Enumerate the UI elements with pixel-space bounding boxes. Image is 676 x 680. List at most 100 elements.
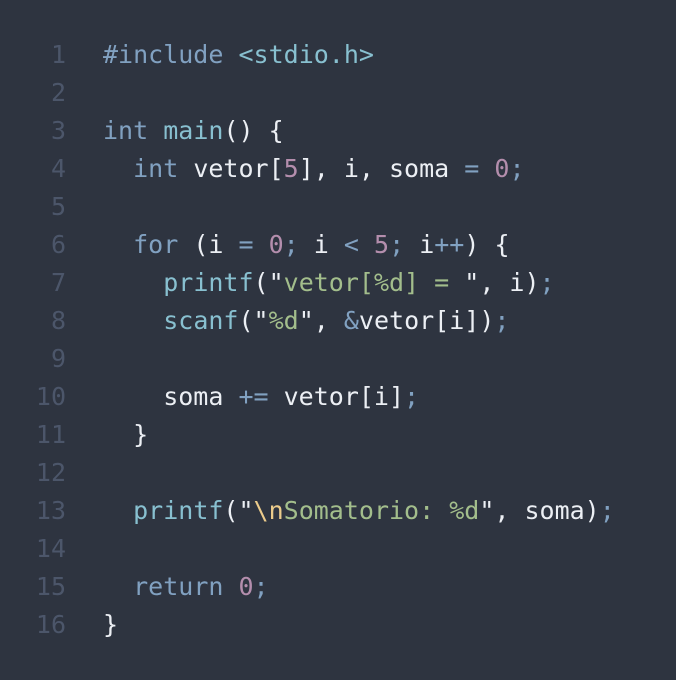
code-line[interactable]: 1 #include <stdio.h>: [0, 36, 374, 74]
code-line[interactable]: 5: [0, 188, 103, 226]
code-token: 0: [238, 572, 254, 601]
code-line[interactable]: 3 int main() {: [0, 112, 284, 150]
code-token: ", i): [464, 268, 540, 297]
code-token: 0: [494, 154, 510, 183]
code-token: &: [343, 306, 359, 335]
code-token: \n: [253, 496, 284, 525]
code-token: vetor[: [178, 154, 284, 183]
code-token: ;: [389, 230, 405, 259]
code-line[interactable]: 16}: [0, 606, 118, 644]
code-token: scanf: [163, 306, 239, 335]
code-text: printf("vetor[%d] = ", i);: [103, 264, 555, 302]
code-line[interactable]: 12: [0, 454, 103, 492]
code-token: ++: [434, 230, 465, 259]
code-token: for: [133, 230, 179, 259]
code-text: for (i = 0; i < 5; i++) {: [103, 226, 510, 264]
line-number: 3: [50, 116, 66, 145]
line-number: 15: [35, 572, 66, 601]
line-number: 13: [35, 496, 66, 525]
code-token: ;: [283, 230, 299, 259]
code-line[interactable]: 4 int vetor[5], i, soma = 0;: [0, 150, 525, 188]
code-token: #include: [103, 40, 224, 69]
code-line[interactable]: 15 return 0;: [0, 568, 269, 606]
code-token: soma: [103, 382, 239, 411]
code-token: 5: [374, 230, 390, 259]
line-number: 8: [50, 306, 66, 335]
code-token: int: [133, 154, 179, 183]
code-token: ;: [509, 154, 525, 183]
code-token: int: [103, 116, 149, 145]
code-text: printf("\nSomatorio: %d", soma);: [103, 492, 615, 530]
code-text: int vetor[5], i, soma = 0;: [103, 150, 525, 188]
code-token: %d: [268, 306, 299, 335]
line-number: 7: [50, 268, 66, 297]
code-token: <: [343, 230, 359, 259]
code-token: ;: [599, 496, 615, 525]
code-token: =: [464, 154, 480, 183]
code-token: +=: [238, 382, 269, 411]
code-token: (": [253, 268, 284, 297]
code-text: #include <stdio.h>: [103, 36, 374, 74]
code-text: }: [103, 416, 148, 454]
code-token: }: [103, 420, 149, 449]
code-editor[interactable]: 1 #include <stdio.h> 2 3 int main() {4 int v…: [0, 0, 676, 680]
code-token: Somatorio: %d: [283, 496, 480, 525]
line-number: 14: [35, 534, 66, 563]
code-token: (": [238, 306, 269, 335]
code-token: vetor[%d] =: [283, 268, 465, 297]
code-token: ], i, soma: [298, 154, 465, 183]
code-token: (i: [178, 230, 239, 259]
code-token: =: [238, 230, 254, 259]
code-token: ;: [494, 306, 510, 335]
code-token: 0: [268, 230, 284, 259]
code-line[interactable]: 6 for (i = 0; i < 5; i++) {: [0, 226, 510, 264]
code-line[interactable]: 7 printf("vetor[%d] = ", i);: [0, 264, 555, 302]
code-line[interactable]: 14: [0, 530, 103, 568]
line-number: 5: [50, 192, 66, 221]
code-line[interactable]: 8 scanf("%d", &vetor[i]);: [0, 302, 510, 340]
line-number: 10: [35, 382, 66, 411]
code-token: main: [163, 116, 224, 145]
code-token: (": [223, 496, 254, 525]
line-number: 6: [50, 230, 66, 259]
code-line[interactable]: 10 soma += vetor[i];: [0, 378, 419, 416]
line-number: 9: [50, 344, 66, 373]
code-text: return 0;: [103, 568, 269, 606]
code-text: }: [103, 606, 118, 644]
code-token: <stdio.h>: [238, 40, 374, 69]
code-token: ", soma): [479, 496, 600, 525]
code-token: 5: [283, 154, 299, 183]
code-token: printf: [163, 268, 254, 297]
code-token: i: [298, 230, 344, 259]
code-token: i: [404, 230, 435, 259]
line-number: 1: [50, 40, 66, 69]
code-text: soma += vetor[i];: [103, 378, 419, 416]
line-number: 4: [50, 154, 66, 183]
code-token: return: [133, 572, 224, 601]
code-token: vetor[i]: [268, 382, 405, 411]
line-number: 16: [35, 610, 66, 639]
code-token: ;: [404, 382, 420, 411]
code-line[interactable]: 13 printf("\nSomatorio: %d", soma);: [0, 492, 615, 530]
code-token: vetor[i]): [358, 306, 495, 335]
code-text: scanf("%d", &vetor[i]);: [103, 302, 509, 340]
code-token: ;: [539, 268, 555, 297]
code-line[interactable]: 11 }: [0, 416, 148, 454]
code-line[interactable]: 2: [0, 74, 103, 112]
code-token: ) {: [464, 230, 510, 259]
code-line[interactable]: 9: [0, 340, 103, 378]
code-token: () {: [223, 116, 284, 145]
code-token: }: [103, 610, 119, 639]
code-token: ;: [253, 572, 269, 601]
